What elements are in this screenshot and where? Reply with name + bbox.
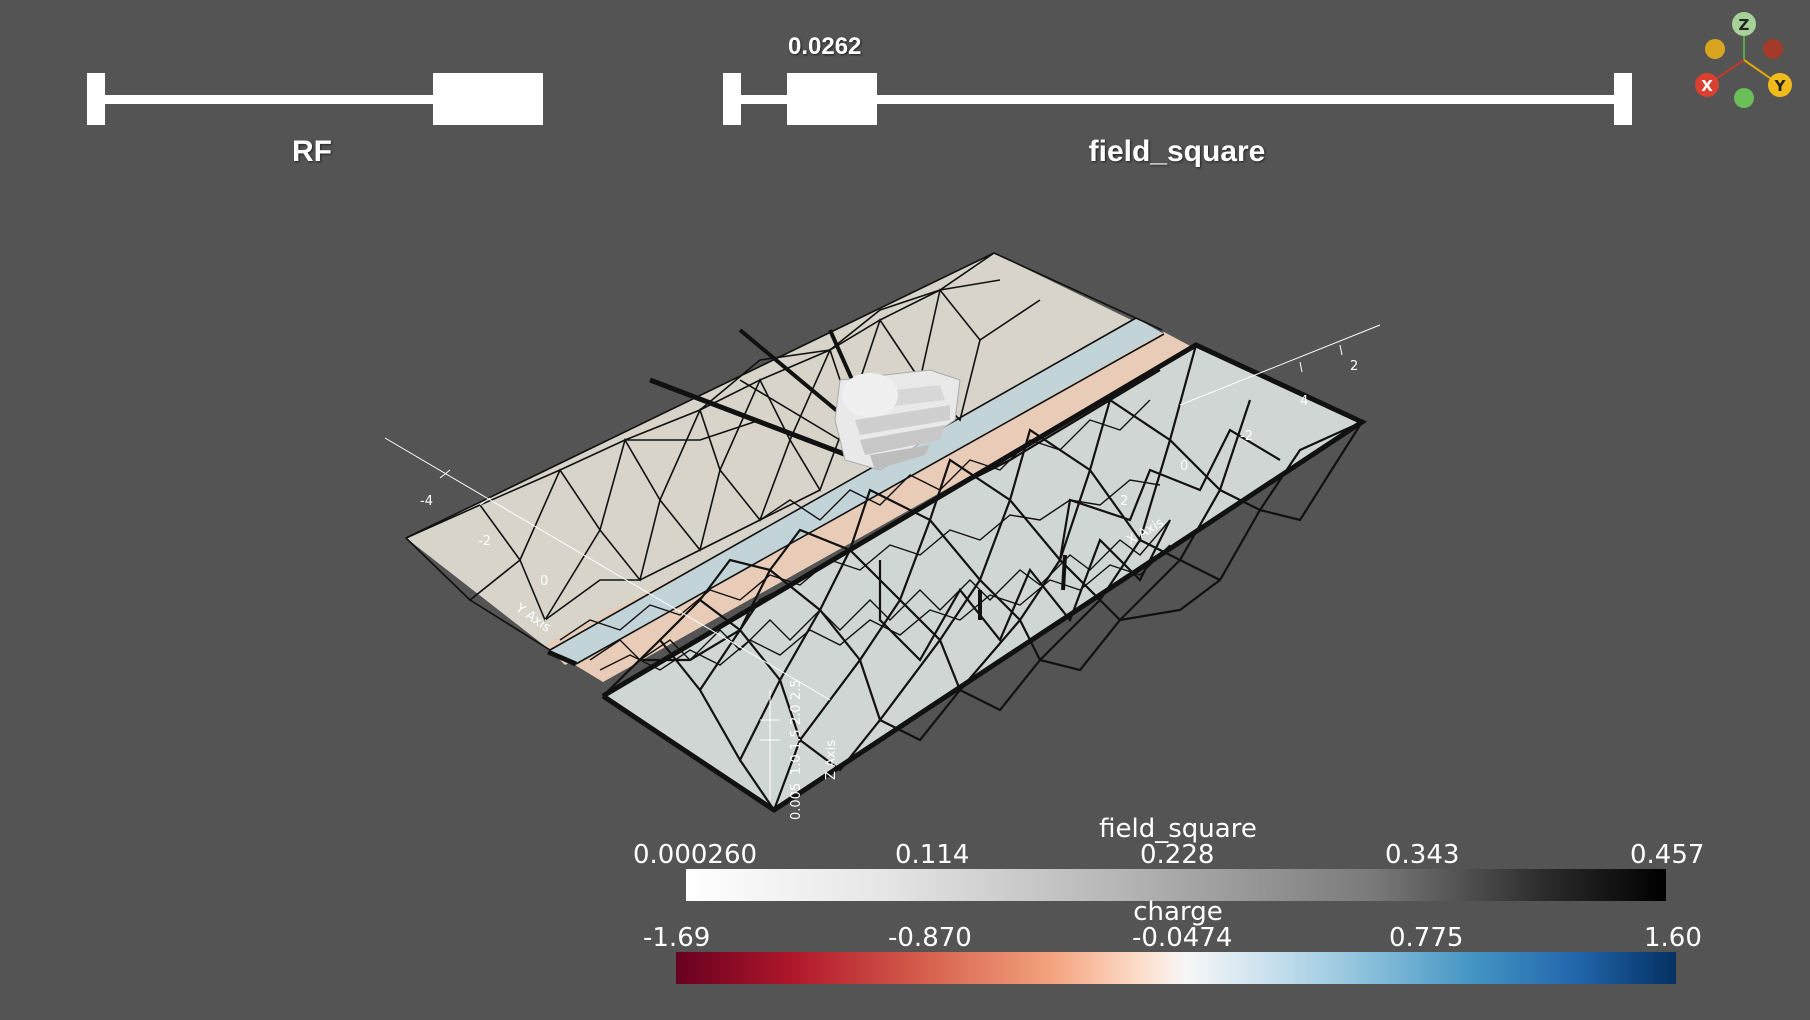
- field-square-slider[interactable]: [723, 73, 1632, 125]
- orientation-y-label: Y: [1774, 77, 1787, 95]
- svg-text:Z Axis: Z Axis: [824, 740, 839, 780]
- svg-text:2.0: 2.0: [789, 704, 804, 725]
- svg-text:0: 0: [1180, 459, 1188, 474]
- charge-tick: 0.775: [1389, 923, 1464, 953]
- rf-slider-left-cap: [87, 73, 105, 125]
- orientation-neg-z-dot: [1734, 88, 1754, 108]
- svg-text:0: 0: [540, 574, 548, 589]
- field-square-tick: 0.228: [1140, 840, 1215, 870]
- svg-text:-2: -2: [1240, 429, 1253, 444]
- field-square-slider-right-cap: [1614, 73, 1632, 125]
- field-square-tick: 0.457: [1630, 840, 1705, 870]
- charge-tick: -0.870: [888, 923, 972, 953]
- orientation-neg-y-dot: [1705, 39, 1725, 59]
- svg-text:-2: -2: [478, 534, 491, 549]
- svg-text:-4: -4: [420, 494, 433, 509]
- field-square-tick: 0.000260: [633, 840, 758, 870]
- charge-tick: -0.0474: [1132, 923, 1233, 953]
- charge-colorbar: [676, 952, 1676, 984]
- svg-text:2.5: 2.5: [789, 679, 804, 700]
- rf-slider[interactable]: [87, 73, 543, 125]
- svg-text:4: 4: [1300, 394, 1308, 409]
- field-square-slider-left-cap: [723, 73, 741, 125]
- field-square-slider-thumb[interactable]: [787, 73, 877, 125]
- svg-text:2: 2: [1350, 359, 1358, 374]
- orientation-neg-x-dot: [1763, 39, 1783, 59]
- orientation-z-label: Z: [1739, 16, 1750, 34]
- svg-text:2: 2: [1120, 494, 1128, 509]
- field-square-slider-value: 0.0262: [788, 33, 862, 60]
- svg-text:0.005: 0.005: [789, 783, 804, 820]
- render-view[interactable]: -4 -2 0 2 4 -2 0 2 Y Axis X Axis 0.005 1…: [0, 0, 1810, 1020]
- orientation-x-label: X: [1701, 77, 1713, 95]
- charge-tick: -1.69: [643, 923, 711, 953]
- svg-text:1.5: 1.5: [789, 729, 804, 750]
- charge-tick: 1.60: [1644, 923, 1702, 953]
- field-square-tick: 0.343: [1385, 840, 1460, 870]
- field-square-slider-title: field_square: [1088, 135, 1266, 168]
- svg-text:1.0: 1.0: [789, 754, 804, 775]
- rf-slider-title: RF: [292, 135, 332, 168]
- field-square-tick: 0.114: [895, 840, 970, 870]
- orientation-axes-widget[interactable]: Z X Y: [1695, 12, 1792, 108]
- rf-slider-thumb[interactable]: [433, 73, 543, 125]
